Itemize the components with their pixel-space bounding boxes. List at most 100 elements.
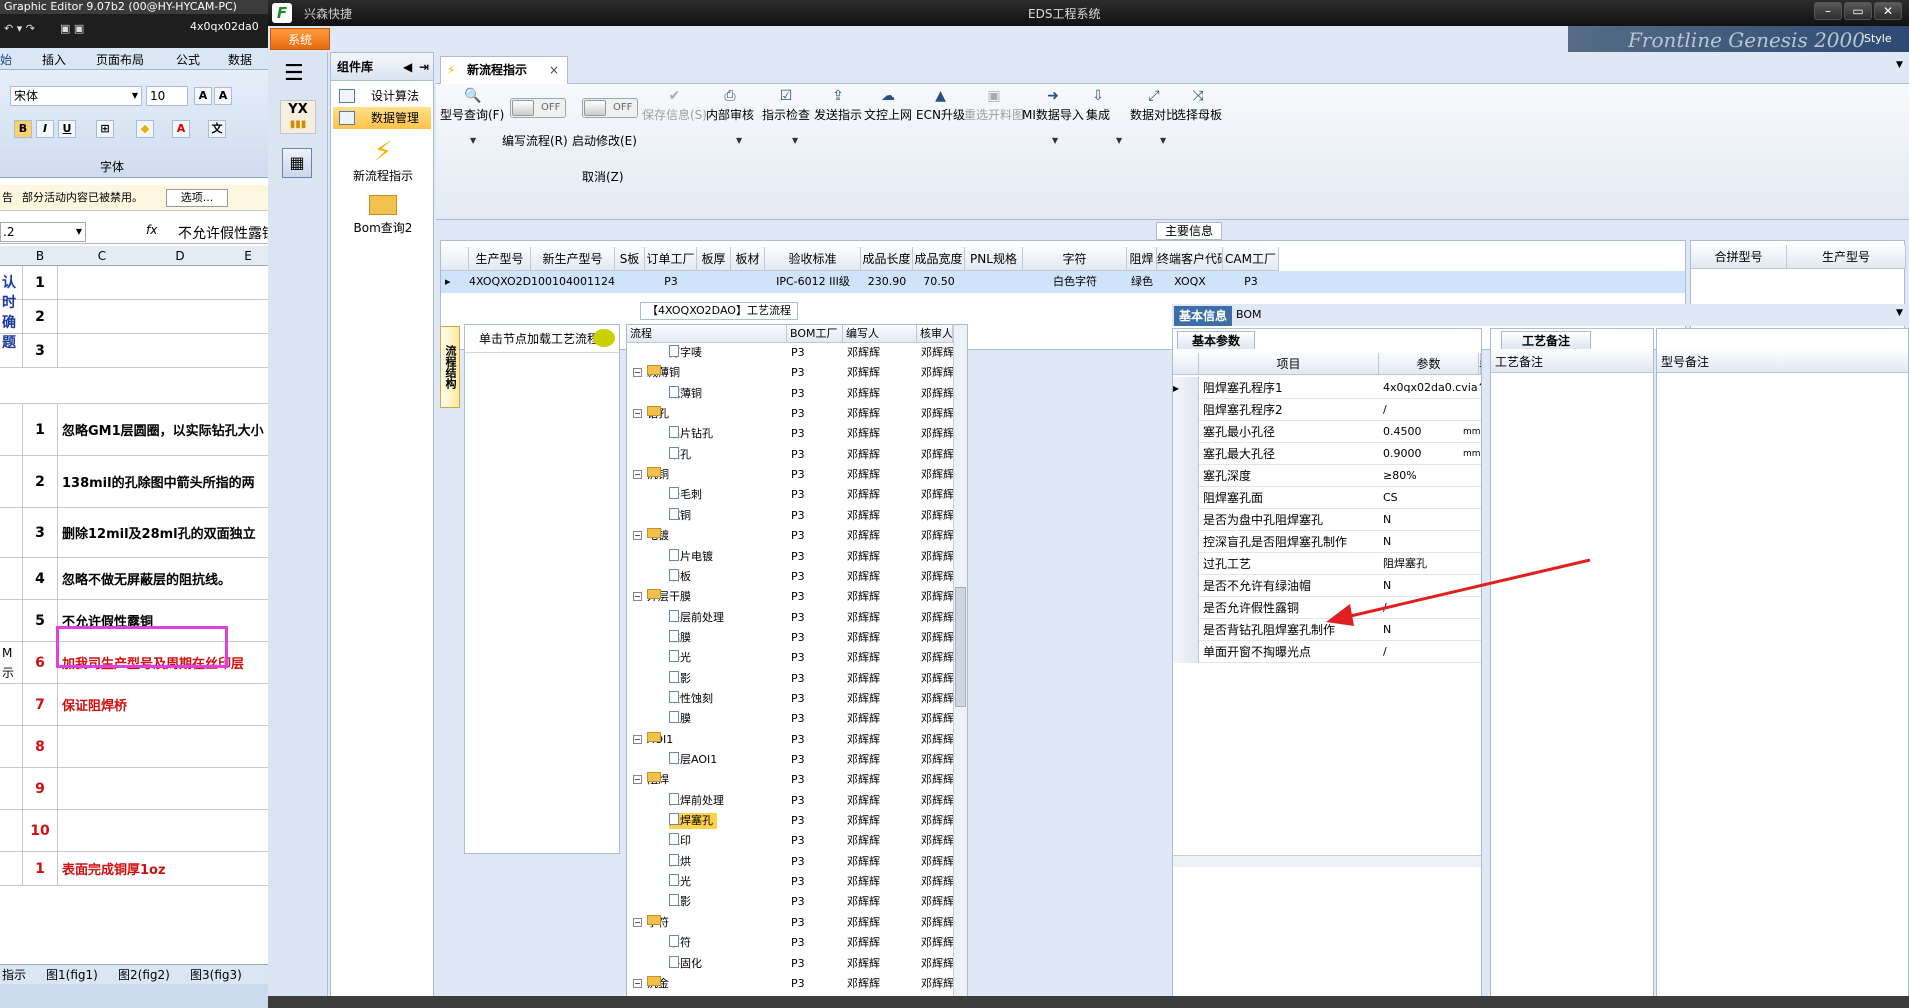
table-row[interactable]: 3 bbox=[0, 334, 268, 368]
write-process-toggle[interactable]: OFF bbox=[510, 98, 566, 118]
param-value[interactable]: ≥80% bbox=[1383, 465, 1481, 487]
tree-row[interactable]: −电镀P3邓辉辉邓辉辉已审核 bbox=[627, 528, 954, 544]
basic-params-grid[interactable]: 基本参数 项目参数单位 ▸阻焊塞孔程序14x0qx02da0.cvia阻焊塞孔程… bbox=[1172, 328, 1482, 1008]
chevron-down-icon[interactable]: ▼ bbox=[1160, 136, 1166, 145]
library-new-process[interactable]: ⚡ 新流程指示 bbox=[331, 137, 435, 184]
chevron-down-icon[interactable]: ▼ bbox=[1896, 60, 1903, 70]
pin-icon[interactable]: ⇥ bbox=[419, 53, 429, 81]
cell-text[interactable]: 加我司生产型号及周期在丝印层 bbox=[62, 642, 244, 683]
tab-bom[interactable]: BOM bbox=[1236, 308, 1262, 321]
info-cell[interactable] bbox=[697, 271, 731, 293]
start-edit-toggle[interactable]: OFF bbox=[582, 98, 638, 118]
vertical-scrollbar[interactable] bbox=[953, 325, 967, 1008]
tree-row[interactable]: 沉铜P3邓辉辉邓辉辉已审核 bbox=[627, 507, 954, 524]
expand-toggle-icon[interactable]: − bbox=[633, 734, 642, 744]
table-row[interactable]: 8 bbox=[0, 726, 268, 768]
chevron-down-icon[interactable]: ▼ bbox=[1052, 136, 1058, 145]
expand-toggle-icon[interactable]: − bbox=[633, 917, 642, 927]
bold-button[interactable]: B bbox=[14, 120, 32, 138]
tab-basic-params[interactable]: 基本参数 bbox=[1177, 331, 1255, 349]
close-tab-icon[interactable]: × bbox=[549, 57, 559, 83]
tree-col-header[interactable]: 核审人 bbox=[917, 325, 953, 343]
tree-row[interactable]: −字符P3邓辉辉邓辉辉已审核 bbox=[627, 914, 954, 931]
params-col-header[interactable]: 单位 bbox=[1479, 353, 1481, 393]
cell-text[interactable]: 不允许假性露铜 bbox=[62, 600, 153, 641]
tree-row[interactable]: 阻焊塞孔P3邓辉辉邓辉辉已审核 bbox=[627, 813, 954, 829]
toolbar-button[interactable]: ▲ ECN升级 bbox=[916, 88, 965, 123]
cancel-button[interactable]: 取消(Z) bbox=[582, 168, 624, 185]
tree-row[interactable]: 钻孔P3邓辉辉邓辉辉已审核 bbox=[627, 446, 954, 463]
param-row[interactable]: 阻焊塞孔面 CS bbox=[1173, 487, 1481, 509]
toolbar-button[interactable]: ⤨ 选择母板 bbox=[1174, 88, 1222, 123]
merge-col-header[interactable]: 合拼型号 bbox=[1691, 245, 1787, 269]
param-row[interactable]: 阻焊塞孔程序2 / bbox=[1173, 399, 1481, 421]
info-cell[interactable]: 绿色 bbox=[1127, 271, 1157, 293]
param-value[interactable]: / bbox=[1383, 399, 1481, 421]
info-col-header[interactable]: 成品宽度 bbox=[913, 247, 965, 271]
save-icon[interactable]: ▣ ▣ bbox=[60, 22, 84, 35]
param-row[interactable]: 过孔工艺 阻焊塞孔 bbox=[1173, 553, 1481, 575]
param-row[interactable]: ▸ 阻焊塞孔程序1 4x0qx02da0.cvia bbox=[1173, 377, 1481, 399]
ribbon-tab-data[interactable]: 数据 bbox=[228, 51, 252, 68]
tree-col-header[interactable]: BOM工厂 bbox=[787, 325, 843, 343]
toolbar-button[interactable]: ⇪ 发送指示 bbox=[814, 88, 862, 123]
param-row[interactable]: 塞孔最小孔径 0.4500 mm bbox=[1173, 421, 1481, 443]
param-row[interactable]: 单面开窗不掏曝光点 / bbox=[1173, 641, 1481, 663]
info-col-header[interactable]: 阻焊 bbox=[1127, 247, 1157, 271]
column-header[interactable]: C bbox=[92, 249, 112, 263]
tree-row[interactable]: −钻孔P3邓辉辉邓辉辉已审核 bbox=[627, 406, 954, 422]
library-item-design-algorithm[interactable]: 设计算法 bbox=[333, 85, 431, 107]
tree-row[interactable]: 曝光P3邓辉辉邓辉辉已审核 bbox=[627, 650, 954, 666]
param-value[interactable]: N bbox=[1383, 619, 1481, 641]
cell-text[interactable]: 表面完成铜厚1oz bbox=[62, 852, 166, 885]
font-name-select[interactable]: 宋体 ▼ bbox=[10, 86, 142, 106]
tree-row[interactable]: 阻焊前处理P3邓辉辉邓辉辉已审核 bbox=[627, 792, 954, 809]
info-col-header[interactable]: 新生产型号 bbox=[531, 247, 615, 271]
tree-col-header[interactable]: 流程 bbox=[627, 325, 787, 343]
param-row[interactable]: 塞孔深度 ≥80% bbox=[1173, 465, 1481, 487]
tree-row[interactable]: 曝光P3邓辉辉邓辉辉已审核 bbox=[627, 874, 954, 890]
fill-color-button[interactable]: ◆ bbox=[136, 120, 154, 138]
info-col-header[interactable]: 板材 bbox=[731, 247, 765, 271]
tree-row[interactable]: 贴膜P3邓辉辉邓辉辉已审核 bbox=[627, 629, 954, 646]
tree-row[interactable]: 外层AOI1P3邓辉辉邓辉辉已审核 bbox=[627, 752, 954, 768]
table-row[interactable]: 9 bbox=[0, 768, 268, 810]
info-col-header[interactable]: 验收标准 bbox=[765, 247, 861, 271]
row-selector-icon[interactable]: ▸ bbox=[441, 271, 469, 293]
expand-toggle-icon[interactable]: − bbox=[633, 531, 642, 541]
tree-row[interactable]: 退膜P3邓辉辉邓辉辉已审核 bbox=[627, 711, 954, 727]
border-button[interactable]: ⊞ bbox=[96, 120, 114, 138]
minimize-button[interactable]: – bbox=[1814, 2, 1842, 20]
table-row[interactable]: 10 bbox=[0, 810, 268, 852]
tree-row[interactable]: 字符P3邓辉辉邓辉辉已审核 bbox=[627, 935, 954, 951]
info-col-header[interactable]: 订单工厂 bbox=[645, 247, 697, 271]
toolbar-button[interactable]: ▣ 重选开料图 bbox=[964, 88, 1024, 123]
tree-row[interactable]: −外层干膜P3邓辉辉邓辉辉已审核 bbox=[627, 589, 954, 605]
info-col-header[interactable]: PNL规格 bbox=[965, 247, 1023, 271]
sheet-tab[interactable]: 图3(fig3) bbox=[190, 966, 242, 984]
table-row[interactable]: 1 表面完成铜厚1oz bbox=[0, 852, 268, 886]
param-row[interactable]: 是否为盘中孔阻焊塞孔 N bbox=[1173, 509, 1481, 531]
info-cell[interactable]: 4XOQXO2DAO bbox=[469, 271, 531, 293]
chevron-down-icon[interactable]: ▼ bbox=[1116, 136, 1122, 145]
info-cell[interactable]: 230.90 bbox=[861, 271, 913, 293]
expand-toggle-icon[interactable]: − bbox=[633, 592, 642, 602]
column-header[interactable]: E bbox=[238, 249, 258, 263]
ribbon-tab-formula[interactable]: 公式 bbox=[176, 51, 200, 68]
italic-button[interactable]: I bbox=[36, 120, 54, 138]
chevron-left-icon[interactable]: ◀ bbox=[403, 53, 412, 81]
tab-new-process[interactable]: ⚡ 新流程指示 × bbox=[440, 56, 568, 84]
tree-row[interactable]: 显影P3邓辉辉邓辉辉已审核 bbox=[627, 894, 954, 910]
params-col-header[interactable]: 参数 bbox=[1379, 353, 1479, 375]
name-box[interactable]: .2 ▼ bbox=[0, 222, 86, 242]
expand-toggle-icon[interactable]: − bbox=[633, 978, 642, 988]
tree-row[interactable]: 终固化P3邓辉辉邓辉辉已审核 bbox=[627, 955, 954, 972]
cell-text[interactable]: 保证阻焊桥 bbox=[62, 684, 127, 725]
system-menu-button[interactable]: 系统 bbox=[270, 28, 330, 50]
toolbar-button[interactable]: ⎙ 内部审核 bbox=[706, 88, 754, 123]
tree-row[interactable]: 外层前处理P3邓辉辉邓辉辉已审核 bbox=[627, 609, 954, 626]
toolbar-button[interactable]: ✔ 保存信息(S) bbox=[642, 88, 707, 123]
column-header[interactable]: B bbox=[30, 249, 50, 263]
tab-craft-notes[interactable]: 工艺备注 bbox=[1501, 331, 1591, 349]
options-button[interactable]: 选项... bbox=[166, 189, 228, 207]
